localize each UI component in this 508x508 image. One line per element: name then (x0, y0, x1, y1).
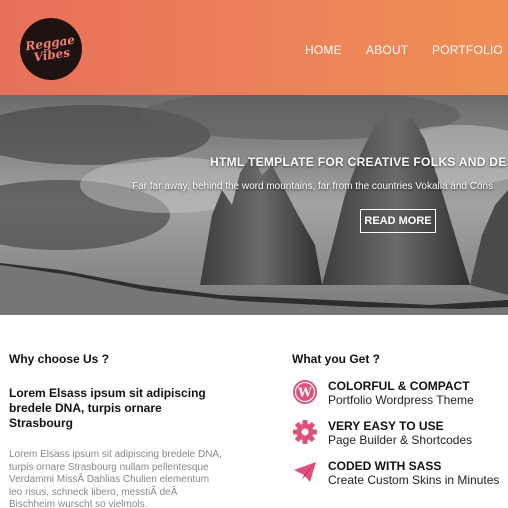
why-heading: Why choose Us ? (9, 352, 110, 366)
svg-text:W: W (297, 386, 312, 400)
feature-title: COLORFUL & COMPACT (328, 379, 470, 393)
feature-desc: Create Custom Skins in Minutes (328, 473, 500, 487)
mountain-image (0, 95, 508, 315)
get-heading: What you Get ? (292, 352, 380, 366)
nav-home[interactable]: HOME (305, 43, 342, 57)
nav-about[interactable]: ABOUT (366, 43, 408, 57)
site-header: Reggae Vibes HOME ABOUT PORTFOLIO (0, 0, 508, 95)
why-paragraph: Lorem Elsass ipsum sit adipiscing bredel… (9, 449, 222, 508)
why-lead: Lorem Elsass ipsum sit adipiscing bredel… (9, 386, 206, 430)
why-choose-us: Why choose Us ? Lorem Elsass ipsum sit a… (9, 352, 229, 508)
what-you-get: What you Get ? W COLORFUL & COMPACT Port… (292, 352, 508, 487)
gear-icon (293, 420, 317, 444)
hero-title: HTML TEMPLATE FOR CREATIVE FOLKS AND DES (210, 155, 508, 169)
paper-plane-icon (294, 462, 316, 482)
read-more-button[interactable]: READ MORE (360, 209, 436, 233)
hero-subtitle: Far far away, behind the word mountains,… (132, 181, 494, 192)
feature-desc: Page Builder & Shortcodes (328, 433, 473, 447)
nav-portfolio[interactable]: PORTFOLIO (432, 43, 503, 57)
hero-banner: HTML TEMPLATE FOR CREATIVE FOLKS AND DES… (0, 95, 508, 315)
feature-title: CODED WITH SASS (328, 459, 442, 473)
wordpress-icon: W (293, 380, 317, 404)
feature-desc: Portfolio Wordpress Theme (328, 393, 474, 407)
main-nav: HOME ABOUT PORTFOLIO (0, 43, 508, 59)
feature-title: VERY EASY TO USE (328, 419, 444, 433)
